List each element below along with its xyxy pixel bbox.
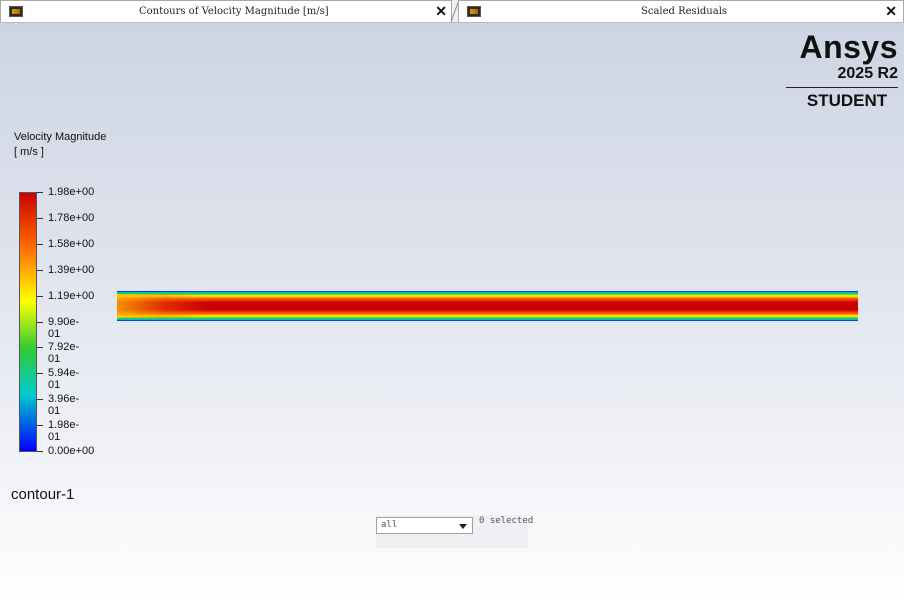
- tab-scaled-residuals[interactable]: Scaled Residuals ✕: [458, 0, 904, 22]
- legend-label: 0.00e+00: [48, 445, 95, 457]
- chevron-down-icon: [459, 524, 467, 529]
- selection-value: all: [381, 520, 398, 530]
- color-legend-bar: [19, 192, 37, 452]
- inlet-developing-region: [117, 294, 207, 318]
- selection-dropdown[interactable]: all: [376, 517, 473, 534]
- tab-bar: Contours of Velocity Magnitude [m/s] ✕ S…: [0, 0, 904, 23]
- legend-tick: [37, 192, 43, 193]
- legend-tick: [37, 322, 43, 323]
- legend-label: 7.92e-01: [48, 341, 80, 365]
- legend-title: Velocity Magnitude [ m/s ]: [14, 130, 106, 160]
- legend-label: 1.98e+00: [48, 186, 95, 198]
- tab-contours[interactable]: Contours of Velocity Magnitude [m/s] ✕: [0, 0, 452, 22]
- legend-label: 1.98e-01: [48, 419, 80, 443]
- legend-tick: [37, 347, 43, 348]
- contour-name: contour-1: [11, 486, 75, 503]
- legend-tick: [37, 270, 43, 271]
- graphics-window-icon: [467, 6, 481, 17]
- tab-residuals-title: Scaled Residuals: [641, 6, 728, 17]
- legend-label: 3.96e-01: [48, 393, 80, 417]
- selected-count: 0 selected: [479, 516, 534, 526]
- legend-tick: [37, 373, 43, 374]
- legend-quantity: Velocity Magnitude: [14, 131, 107, 143]
- legend-label: 1.58e+00: [48, 238, 95, 250]
- legend-units: [ m/s ]: [14, 146, 44, 158]
- legend-label: 5.94e-01: [48, 367, 80, 391]
- velocity-contour-plot[interactable]: [117, 291, 858, 321]
- logo-edition: STUDENT: [806, 91, 888, 110]
- close-icon[interactable]: ✕: [435, 3, 447, 19]
- ansys-logo: Ansys 2025 R2 STUDENT: [786, 31, 898, 110]
- legend-tick: [37, 218, 43, 219]
- legend-label: 9.90e-01: [48, 316, 80, 340]
- logo-version: 2025 R2: [837, 65, 899, 82]
- legend-tick: [37, 425, 43, 426]
- selection-panel: all 0 selected: [376, 515, 533, 548]
- logo-brand: Ansys: [799, 29, 898, 65]
- legend-tick: [37, 244, 43, 245]
- legend-tick: [37, 451, 43, 452]
- legend-label: 1.78e+00: [48, 212, 95, 224]
- legend-label: 1.39e+00: [48, 264, 95, 276]
- graphics-viewport[interactable]: Ansys 2025 R2 STUDENT Velocity Magnitude…: [0, 23, 904, 604]
- legend-tick: [37, 399, 43, 400]
- legend-label: 1.19e+00: [48, 290, 95, 302]
- close-icon[interactable]: ✕: [885, 3, 897, 19]
- legend-tick: [37, 296, 43, 297]
- logo-divider: [786, 87, 898, 88]
- graphics-window-icon: [9, 6, 23, 17]
- tab-contours-title: Contours of Velocity Magnitude [m/s]: [139, 6, 329, 17]
